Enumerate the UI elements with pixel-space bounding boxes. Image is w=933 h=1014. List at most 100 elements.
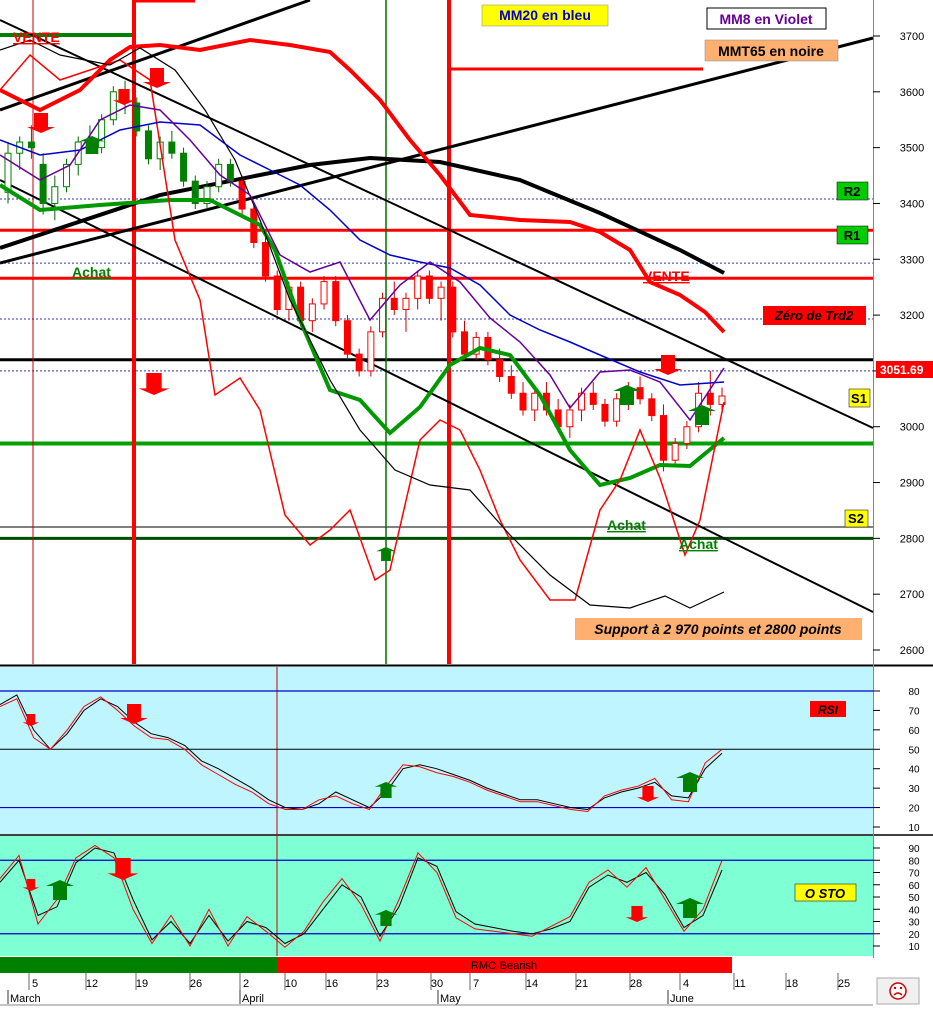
s2-label: S2 bbox=[848, 511, 864, 526]
candle-body bbox=[51, 186, 59, 204]
candle-body bbox=[109, 91, 117, 121]
price-tick-label: 2800 bbox=[900, 533, 924, 545]
candle-body bbox=[250, 208, 258, 244]
candle-body bbox=[507, 375, 515, 394]
achat-mid-label: Achat bbox=[607, 517, 646, 533]
price-axis-bg bbox=[873, 0, 933, 664]
candle-body bbox=[636, 387, 644, 400]
price-tick-label: 3000 bbox=[900, 422, 924, 434]
mm20-legend: MM20 en bleu bbox=[499, 7, 591, 23]
sto-tick-label: 90 bbox=[908, 844, 920, 855]
rmo-bullish-bar bbox=[0, 957, 277, 973]
rsi-tick-label: 70 bbox=[908, 706, 920, 717]
candle-body bbox=[601, 403, 609, 422]
time-tick-label: 2 bbox=[243, 978, 249, 990]
time-tick-label: 18 bbox=[786, 978, 798, 990]
time-tick-label: 12 bbox=[86, 978, 98, 990]
candle-body bbox=[519, 392, 527, 411]
support-label: Support à 2 970 points et 2800 points bbox=[594, 621, 842, 637]
candle-body bbox=[496, 359, 504, 377]
candle-body bbox=[238, 180, 246, 210]
time-tick-label: 11 bbox=[734, 978, 745, 990]
price-tick-label: 3400 bbox=[900, 198, 924, 210]
rsi-tick-label: 60 bbox=[908, 726, 920, 737]
candle-body bbox=[273, 275, 281, 311]
time-tick-label: 16 bbox=[326, 978, 338, 990]
time-tick-label: 7 bbox=[473, 978, 479, 990]
time-tick-label: 14 bbox=[526, 978, 538, 990]
rsi-tick-label: 50 bbox=[908, 745, 920, 756]
candle-body bbox=[39, 163, 47, 204]
sad-face-icon bbox=[889, 982, 907, 1000]
month-label: April bbox=[242, 993, 264, 1005]
rsi-tick-label: 80 bbox=[908, 687, 920, 698]
time-tick-label: 5 bbox=[32, 978, 38, 990]
time-tick-label: 25 bbox=[838, 978, 850, 990]
sto-tick-label: 40 bbox=[908, 905, 920, 916]
candle-body bbox=[320, 281, 328, 305]
candle-body bbox=[414, 275, 422, 299]
price-tick-label: 2700 bbox=[900, 589, 924, 601]
candle-body bbox=[367, 331, 375, 372]
mmt65-legend: MMT65 en noire bbox=[718, 43, 824, 59]
time-tick-label: 23 bbox=[377, 978, 389, 990]
price-tick-label: 3500 bbox=[900, 143, 924, 155]
candle-body bbox=[180, 152, 188, 182]
candle-body bbox=[144, 130, 152, 160]
rsi-axis-bg bbox=[873, 667, 933, 834]
candle-body bbox=[262, 242, 270, 277]
candle-body bbox=[98, 119, 106, 149]
candle-body bbox=[449, 286, 457, 333]
candle-body bbox=[659, 415, 667, 461]
candle-body bbox=[460, 331, 468, 355]
achat-left-label: Achat bbox=[72, 264, 111, 280]
sto-tick-label: 80 bbox=[908, 856, 920, 867]
last-price-label: 3051.69 bbox=[880, 363, 924, 377]
rsi-panel-bg bbox=[0, 667, 873, 834]
time-tick-label: 10 bbox=[285, 978, 297, 990]
r2-label: R2 bbox=[844, 184, 861, 199]
candle-body bbox=[589, 392, 597, 405]
sto-panel-bg bbox=[0, 836, 873, 956]
candle-body bbox=[343, 320, 351, 355]
candle-body bbox=[402, 297, 410, 311]
price-tick-label: 3200 bbox=[900, 310, 924, 322]
price-tick-label: 3700 bbox=[900, 31, 924, 43]
price-panel-bg bbox=[0, 0, 873, 664]
candle-body bbox=[27, 141, 35, 149]
price-tick-label: 2900 bbox=[900, 478, 924, 490]
rmo-label: RMO Bearish bbox=[471, 960, 537, 972]
price-tick-label: 3300 bbox=[900, 254, 924, 266]
vente-right-label: VENTE bbox=[643, 268, 690, 284]
time-tick-label: 21 bbox=[576, 978, 588, 990]
month-label: May bbox=[440, 993, 461, 1005]
sto-tick-label: 10 bbox=[908, 942, 920, 953]
candle-body bbox=[308, 303, 316, 322]
candle-body bbox=[425, 275, 433, 299]
candle-body bbox=[531, 392, 539, 411]
candle-body bbox=[613, 398, 621, 422]
candle-body bbox=[437, 286, 445, 299]
sto-tick-label: 50 bbox=[908, 893, 920, 904]
vente-top-label: VENTE bbox=[13, 29, 60, 45]
rsi-tick-label: 30 bbox=[908, 784, 920, 795]
candle-body bbox=[168, 141, 176, 154]
candle-body bbox=[566, 409, 574, 428]
candle-body bbox=[332, 281, 340, 322]
r1-label: R1 bbox=[844, 228, 861, 243]
zero-trd2-label: Zéro de Trd2 bbox=[774, 308, 854, 323]
candle-body bbox=[671, 442, 679, 461]
time-tick-label: 4 bbox=[683, 978, 689, 990]
candle-body bbox=[706, 392, 714, 405]
price-tick-label: 3600 bbox=[900, 87, 924, 99]
chart-svg: 3700360035003400330032003100300029002800… bbox=[0, 0, 933, 1006]
sto-title: O STO bbox=[805, 886, 845, 901]
sto-tick-label: 30 bbox=[908, 918, 920, 929]
rsi-tick-label: 20 bbox=[908, 804, 920, 815]
candle-body bbox=[683, 426, 691, 444]
price-tick-label: 2600 bbox=[900, 645, 924, 657]
achat-right-label: Achat bbox=[679, 536, 718, 552]
time-tick-label: 28 bbox=[630, 978, 642, 990]
rsi-tick-label: 40 bbox=[908, 765, 920, 776]
month-label: June bbox=[670, 993, 694, 1005]
